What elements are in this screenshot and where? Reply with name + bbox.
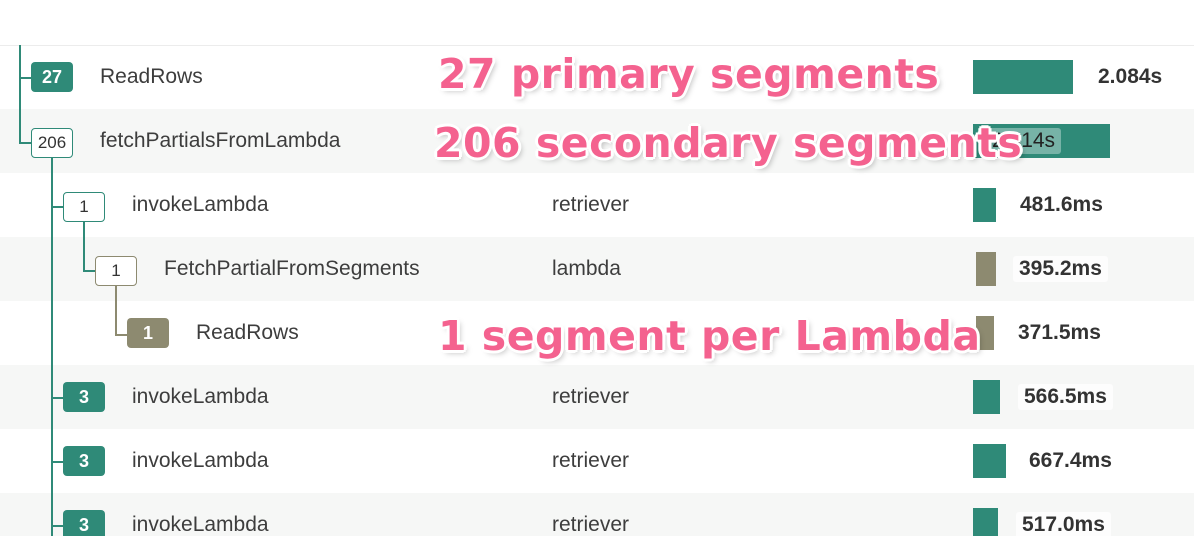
span-name: fetchPartialsFromLambda	[100, 129, 341, 152]
span-duration: 371.5ms	[1012, 320, 1107, 346]
trace-header	[0, 0, 1194, 46]
span-count-badge[interactable]: 1	[95, 256, 137, 286]
span-count-badge[interactable]: 3	[63, 510, 105, 536]
span-row[interactable]: 3 invokeLambda retriever 566.5ms	[0, 365, 1194, 429]
duration-bar	[973, 188, 996, 222]
duration-bar	[973, 508, 998, 536]
duration-bar	[976, 252, 996, 286]
span-name: invokeLambda	[132, 449, 269, 472]
span-count-badge[interactable]: 3	[63, 446, 105, 476]
tree-line	[115, 334, 127, 336]
annotation-segment-per-lambda: 1 segment per Lambda	[438, 312, 981, 360]
tree-line	[19, 142, 31, 144]
span-name: invokeLambda	[132, 385, 269, 408]
span-name: FetchPartialFromSegments	[164, 257, 420, 280]
tree-line	[51, 461, 63, 463]
span-duration: 2.084s	[1092, 64, 1169, 90]
duration-bar	[973, 380, 1000, 414]
duration-bar	[973, 444, 1006, 478]
service-name: retriever	[552, 513, 630, 536]
span-duration: 395.2ms	[1013, 256, 1108, 282]
span-count-badge[interactable]: 1	[63, 192, 105, 222]
service-name: retriever	[552, 385, 630, 408]
span-duration: 517.0ms	[1016, 512, 1111, 536]
tree-line	[51, 397, 63, 399]
tree-line	[83, 222, 85, 270]
span-count-badge[interactable]: 1	[127, 318, 169, 348]
span-count-badge[interactable]: 27	[31, 62, 73, 92]
span-name: ReadRows	[196, 321, 299, 344]
annotation-primary-segments: 27 primary segments	[438, 50, 940, 98]
tree-line	[51, 206, 63, 208]
service-name: retriever	[552, 193, 630, 216]
duration-bar	[973, 60, 1073, 94]
tree-line	[51, 158, 53, 536]
service-name: retriever	[552, 449, 630, 472]
span-row[interactable]: 1 FetchPartialFromSegments lambda 395.2m…	[0, 237, 1194, 301]
span-name: ReadRows	[100, 65, 203, 88]
span-duration: 481.6ms	[1014, 192, 1109, 218]
span-count-badge[interactable]: 3	[63, 382, 105, 412]
span-count-badge[interactable]: 206	[31, 128, 73, 158]
tree-line	[51, 525, 63, 527]
span-duration: 667.4ms	[1023, 448, 1118, 474]
span-name: invokeLambda	[132, 513, 269, 536]
tree-line	[19, 45, 21, 142]
span-name: invokeLambda	[132, 193, 269, 216]
tree-line	[115, 286, 117, 334]
tree-line	[83, 270, 95, 272]
service-name: lambda	[552, 257, 621, 280]
span-duration: 566.5ms	[1018, 384, 1113, 410]
span-row[interactable]: 1 invokeLambda retriever 481.6ms	[0, 173, 1194, 237]
annotation-secondary-segments: 206 secondary segments	[434, 119, 1023, 167]
span-row[interactable]: 3 invokeLambda retriever 517.0ms	[0, 493, 1194, 536]
tree-line	[19, 77, 31, 79]
span-row[interactable]: 3 invokeLambda retriever 667.4ms	[0, 429, 1194, 493]
